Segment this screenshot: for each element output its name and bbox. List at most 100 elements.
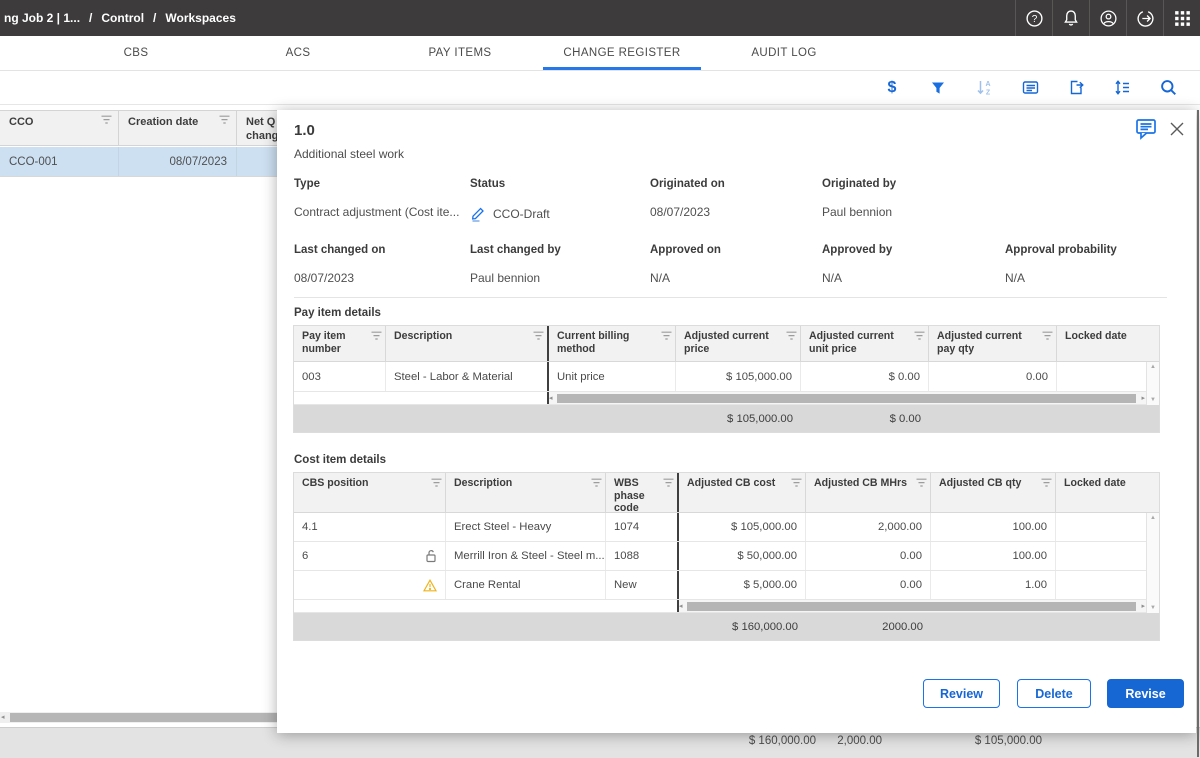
pay-table-horizontal-scrollbar[interactable]: ◂ ▸ [549, 392, 1146, 404]
column-filter-icon[interactable] [786, 331, 797, 341]
column-filter-icon[interactable] [791, 478, 802, 488]
filter-icon[interactable] [928, 78, 948, 98]
scroll-down-arrow-icon[interactable]: ▼ [1150, 605, 1156, 611]
edit-status-pencil-icon[interactable] [470, 205, 486, 222]
scrollbar-thumb[interactable] [557, 394, 1136, 403]
currency-toggle-icon[interactable]: $ [882, 78, 902, 98]
col-label: Pay item number [302, 330, 369, 358]
register-toolbar: $ A Z [0, 71, 1200, 105]
row-height-icon[interactable] [1112, 78, 1132, 98]
col-adjusted-current-unit-price[interactable]: Adjusted current unit price [801, 326, 929, 361]
cost-table-hscroll-row: ◂ ▸ [294, 600, 1146, 613]
register-row-cco-001[interactable]: CCO-001 08/07/2023 [0, 147, 278, 177]
breadcrumb-control[interactable]: Control [101, 11, 144, 25]
col-pay-item-number[interactable]: Pay item number [294, 326, 386, 361]
close-icon[interactable] [1169, 121, 1185, 142]
column-filter-icon[interactable] [916, 478, 927, 488]
account-icon[interactable] [1089, 0, 1126, 36]
column-header-net-qty-change[interactable]: Net Q chang [237, 111, 278, 145]
breadcrumb-workspaces[interactable]: Workspaces [165, 11, 235, 25]
cell-adjusted-current-unit-price: $ 0.00 [801, 362, 929, 391]
tab-cbs-label: CBS [124, 47, 149, 59]
col-cbs-position[interactable]: CBS position [294, 473, 446, 512]
cell-locked-date [1056, 542, 1146, 570]
cost-table-vertical-scrollbar[interactable]: ▲ ▼ [1146, 513, 1159, 613]
tab-acs[interactable]: ACS [217, 36, 379, 70]
pay-item-row[interactable]: 003 Steel - Labor & Material Unit price … [294, 362, 1146, 392]
cost-table-horizontal-scrollbar[interactable]: ◂ ▸ [679, 600, 1146, 612]
scroll-down-arrow-icon[interactable]: ▼ [1150, 397, 1156, 403]
field-value-status: CCO-Draft [470, 205, 550, 222]
scroll-up-arrow-icon[interactable]: ▲ [1150, 364, 1156, 370]
col-locked-date[interactable]: Locked date [1056, 473, 1146, 512]
column-filter-icon[interactable] [533, 331, 544, 341]
scroll-up-arrow-icon[interactable]: ▲ [1150, 515, 1156, 521]
field-value-last-changed-on: 08/07/2023 [294, 271, 354, 285]
breadcrumb-project[interactable]: ng Job 2 | 1... [4, 11, 80, 25]
column-filter-icon[interactable] [431, 478, 442, 488]
scroll-left-arrow-icon[interactable]: ◂ [1, 713, 5, 721]
col-adjusted-current-pay-qty[interactable]: Adjusted current pay qty [929, 326, 1057, 361]
col-adjusted-cb-cost[interactable]: Adjusted CB cost [679, 473, 806, 512]
details-card-icon[interactable] [1020, 78, 1040, 98]
column-filter-icon[interactable] [591, 478, 602, 488]
column-filter-icon[interactable] [661, 331, 672, 341]
scroll-left-arrow-icon[interactable]: ◂ [549, 394, 553, 402]
col-wbs-phase-code[interactable]: WBS phase code [606, 473, 679, 512]
cost-item-row[interactable]: 4.1 Erect Steel - Heavy 1074 $ 105,000.0… [294, 513, 1146, 542]
col-description[interactable]: Description [446, 473, 606, 512]
topbar-icon-group: ? [1015, 0, 1200, 36]
cost-item-row[interactable]: Crane Rental New $ 5,000.00 0.00 1.00 [294, 571, 1146, 600]
pay-table-totals-row: $ 105,000.00 $ 0.00 [294, 405, 1159, 432]
active-tab-indicator [543, 67, 701, 70]
help-icon[interactable]: ? [1015, 0, 1052, 36]
horizontal-scrollbar-thumb[interactable] [10, 713, 278, 722]
column-filter-icon[interactable] [663, 478, 674, 488]
review-button[interactable]: Review [923, 679, 1000, 708]
column-filter-icon[interactable] [219, 115, 230, 125]
register-table-header: CCO Creation date Net Q chang [0, 110, 278, 146]
export-icon[interactable] [1066, 78, 1086, 98]
cost-item-row[interactable]: 6 Merrill Iron & Steel - Steel m... 1088… [294, 542, 1146, 571]
col-adjusted-cb-mhrs[interactable]: Adjusted CB MHrs [806, 473, 931, 512]
breadcrumb-separator: / [89, 11, 92, 25]
cell-wbs-phase-code: 1074 [606, 513, 679, 541]
tab-pay-items[interactable]: PAY ITEMS [379, 36, 541, 70]
col-locked-date[interactable]: Locked date [1057, 326, 1146, 361]
horizontal-scrollbar[interactable]: ◂ [0, 712, 278, 723]
column-filter-icon[interactable] [1042, 331, 1053, 341]
tab-change-register[interactable]: CHANGE REGISTER [541, 36, 703, 70]
column-filter-icon[interactable] [371, 331, 382, 341]
vertical-scrollbar[interactable] [1197, 110, 1199, 757]
col-adjusted-cb-qty[interactable]: Adjusted CB qty [931, 473, 1056, 512]
column-header-cco[interactable]: CCO [0, 111, 119, 145]
scroll-left-arrow-icon[interactable]: ◂ [679, 602, 683, 610]
unlock-icon [425, 549, 437, 563]
column-filter-icon[interactable] [914, 331, 925, 341]
pay-table-vertical-scrollbar[interactable]: ▲ ▼ [1146, 362, 1159, 405]
notifications-bell-icon[interactable] [1052, 0, 1089, 36]
col-description[interactable]: Description [386, 326, 549, 361]
sign-out-icon[interactable] [1126, 0, 1163, 36]
column-header-creation-date[interactable]: Creation date [119, 111, 237, 145]
app-grid-icon[interactable] [1163, 0, 1200, 36]
column-filter-icon[interactable] [1041, 478, 1052, 488]
section-divider [294, 297, 1167, 298]
scrollbar-thumb[interactable] [687, 602, 1136, 611]
delete-button[interactable]: Delete [1017, 679, 1091, 708]
sort-az-icon[interactable]: A Z [974, 78, 994, 98]
col-current-billing-method[interactable]: Current billing method [549, 326, 676, 361]
search-icon[interactable] [1158, 78, 1178, 98]
status-text: CCO-Draft [493, 207, 550, 221]
revise-button[interactable]: Revise [1107, 679, 1184, 708]
scroll-right-arrow-icon[interactable]: ▸ [1141, 602, 1145, 610]
col-label: Adjusted current unit price [809, 330, 912, 358]
col-label: Locked date [1064, 477, 1126, 509]
column-filter-icon[interactable] [101, 115, 112, 125]
tab-cbs[interactable]: CBS [55, 36, 217, 70]
comments-icon[interactable] [1132, 117, 1158, 147]
scroll-right-arrow-icon[interactable]: ▸ [1141, 394, 1145, 402]
col-adjusted-current-price[interactable]: Adjusted current price [676, 326, 801, 361]
tab-audit-log[interactable]: AUDIT LOG [703, 36, 865, 70]
field-value-approved-by: N/A [822, 271, 842, 285]
